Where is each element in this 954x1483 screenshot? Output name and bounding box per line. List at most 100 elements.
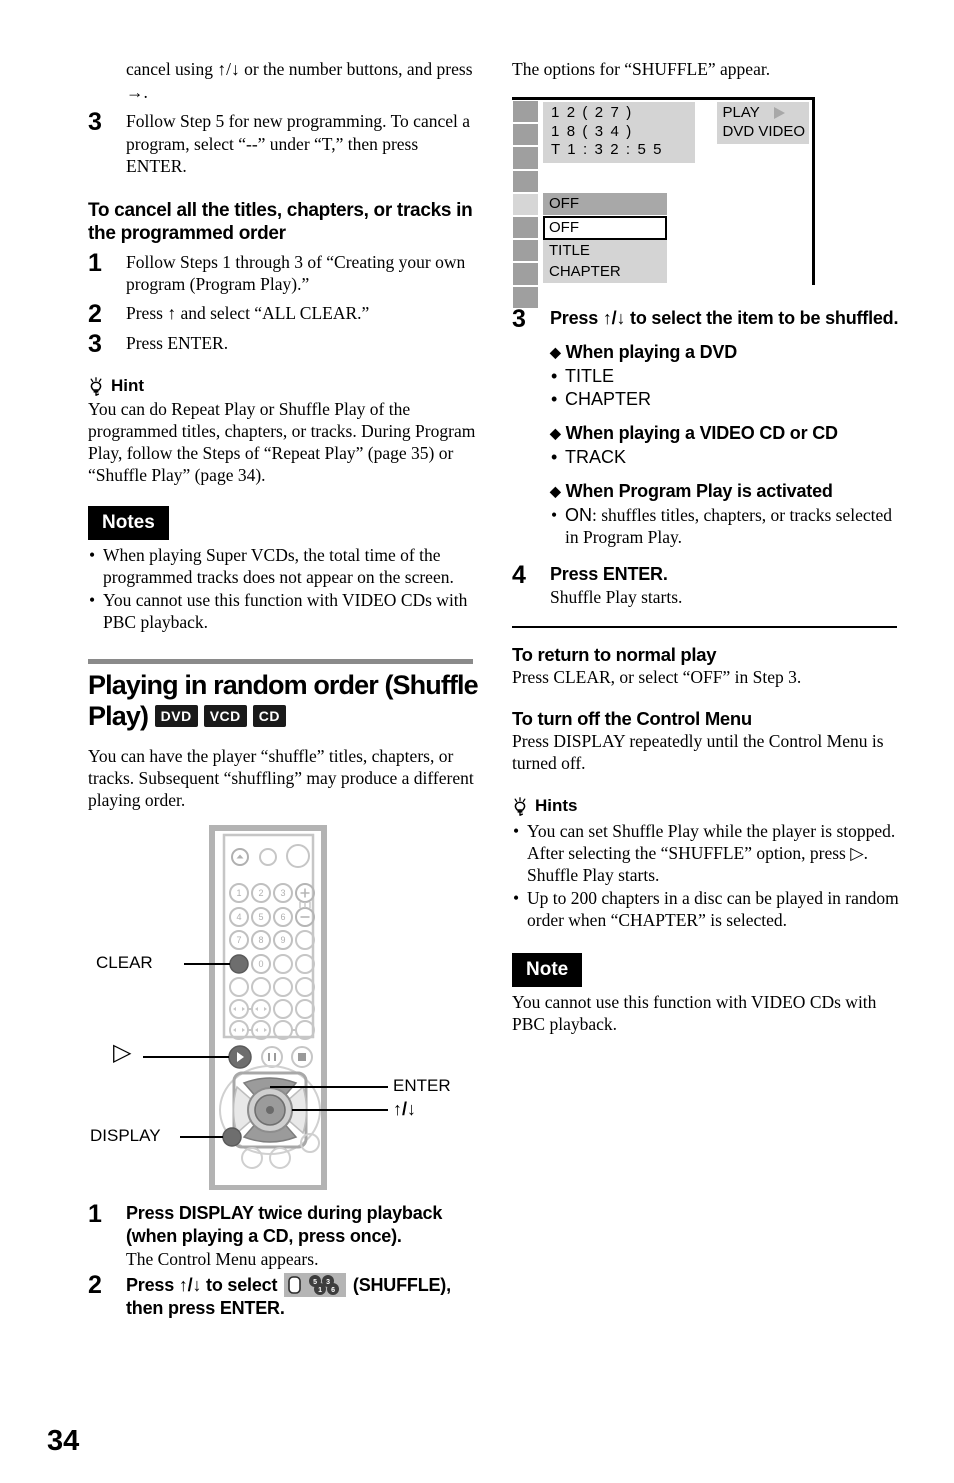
group-heading-text: When playing a DVD bbox=[565, 342, 738, 362]
notes-list: When playing Super VCDs, the total time … bbox=[88, 544, 478, 633]
svg-text:6: 6 bbox=[331, 1287, 335, 1294]
notes-block: Notes When playing Super VCDs, the total… bbox=[88, 505, 478, 633]
shuffle-icon: 5 3 1 6 bbox=[284, 1273, 347, 1297]
step-3-cancel-program: 3 Follow Step 5 for new programming. To … bbox=[88, 110, 478, 178]
osd-icon-rail bbox=[512, 100, 539, 309]
step-number: 1 bbox=[88, 1199, 102, 1228]
continued-step-text: cancel using ↑/↓ or the number buttons, … bbox=[126, 59, 473, 102]
osd-time-line: 1 2 ( 2 7 ) bbox=[551, 104, 633, 121]
svg-text:4: 4 bbox=[236, 912, 241, 922]
hint-header: Hint bbox=[88, 376, 478, 396]
hints-list: You can set Shuffle Play while the playe… bbox=[512, 820, 902, 931]
badge-vcd: VCD bbox=[203, 704, 247, 727]
clear-callout: CLEAR bbox=[96, 953, 153, 973]
remote-control-diagram: 1 2 3 4 5 6 7 8 9 0 CLEAR ▷ DISPLAY ENTE… bbox=[88, 824, 478, 1191]
svg-text:6: 6 bbox=[280, 912, 285, 922]
svg-text:7: 7 bbox=[236, 935, 241, 945]
turnoff-text: Press DISPLAY repeatedly until the Contr… bbox=[512, 730, 884, 773]
step-title: Press ENTER. bbox=[550, 564, 668, 584]
step-number: 3 bbox=[88, 108, 102, 136]
osd-status-panel: PLAY DVD VIDEO bbox=[717, 102, 809, 144]
osd-rail-cell bbox=[512, 169, 539, 193]
display-callout: DISPLAY bbox=[90, 1126, 161, 1146]
osd-rail-cell bbox=[512, 285, 539, 309]
step-title: Press ↑/↓ to select the item to be shuff… bbox=[550, 308, 899, 328]
section-rule-thin bbox=[512, 625, 897, 628]
clear-key bbox=[229, 953, 249, 974]
svg-text:8: 8 bbox=[258, 935, 263, 945]
svg-text:3: 3 bbox=[280, 888, 285, 898]
play-triangle-icon bbox=[773, 107, 785, 120]
osd-rail-cell bbox=[512, 239, 539, 263]
group-item: TITLE bbox=[550, 365, 902, 388]
step-number: 2 bbox=[88, 299, 102, 328]
diamond-icon: ◆ bbox=[550, 483, 561, 499]
badge-cd: CD bbox=[252, 704, 287, 727]
note-banner: Note bbox=[512, 952, 583, 987]
osd-rail-cell bbox=[512, 123, 539, 147]
hint-item: Up to 200 chapters in a disc can be play… bbox=[512, 887, 902, 931]
group-heading-dvd: ◆ When playing a DVD bbox=[550, 341, 902, 364]
cancel-step-2: 2 Press ↑ and select “ALL CLEAR.” bbox=[88, 301, 478, 326]
clear-callout-label: CLEAR bbox=[96, 952, 153, 972]
osd-disc-label: DVD VIDEO bbox=[722, 122, 805, 140]
step-title: Press ↑/↓ to select 5 3 1 6 (SHUFFLE), t… bbox=[126, 1273, 478, 1320]
svg-text:2: 2 bbox=[258, 888, 263, 898]
hints-label: Hints bbox=[535, 795, 578, 815]
play-callout-label: ▷ bbox=[113, 1038, 132, 1066]
step-title-part-a: Press ↑/↓ to select bbox=[126, 1275, 278, 1295]
svg-text:5: 5 bbox=[258, 912, 263, 922]
step-text: Follow Steps 1 through 3 of “Creating yo… bbox=[126, 251, 466, 295]
osd-time-panel: 1 2 ( 2 7 ) 1 8 ( 3 4 ) T 1 : 3 2 : 5 5 bbox=[543, 102, 695, 163]
step-text: Press ↑ and select “ALL CLEAR.” bbox=[126, 302, 370, 323]
step-number: 1 bbox=[88, 248, 102, 277]
cancel-step-3: 3 Press ENTER. bbox=[88, 331, 478, 356]
group-items-vcd: TRACK bbox=[550, 446, 902, 469]
osd-time-line: 1 8 ( 3 4 ) bbox=[551, 122, 633, 140]
turnoff-heading: To turn off the Control Menu bbox=[512, 707, 752, 729]
osd-rail-cell-selected bbox=[512, 192, 539, 216]
osd-rail-cell bbox=[512, 100, 539, 124]
manual-page: cancel using ↑/↓ or the number buttons, … bbox=[0, 0, 954, 1483]
note-item: You cannot use this function with VIDEO … bbox=[88, 589, 478, 633]
options-caption: The options for “SHUFFLE” appear. bbox=[512, 59, 771, 79]
notes-banner: Notes bbox=[88, 505, 169, 540]
step-subtext: The Control Menu appears. bbox=[126, 1248, 319, 1269]
note-item: When playing Super VCDs, the total time … bbox=[88, 544, 478, 588]
left-column: cancel using ↑/↓ or the number buttons, … bbox=[88, 58, 479, 1320]
shuffle-step-4: 4 Press ENTER. Shuffle Play starts. bbox=[512, 563, 902, 609]
shuffle-step-1: 1 Press DISPLAY twice during playback (w… bbox=[88, 1201, 478, 1271]
note-block: Note You cannot use this function with V… bbox=[512, 952, 902, 1035]
hints-block: Hints You can set Shuffle Play while the… bbox=[512, 796, 902, 931]
group-heading-text: When playing a VIDEO CD or CD bbox=[565, 423, 838, 443]
osd-option: CHAPTER bbox=[543, 261, 667, 283]
osd-play-row: PLAY bbox=[722, 104, 805, 123]
section-divider bbox=[88, 658, 473, 664]
group-heading-program: ◆ When Program Play is activated bbox=[550, 480, 902, 503]
svg-text:0: 0 bbox=[258, 959, 263, 969]
cancel-step-1: 1 Follow Steps 1 through 3 of “Creating … bbox=[88, 250, 478, 296]
right-column: The options for “SHUFFLE” appear. 1 2 ( … bbox=[512, 58, 902, 1035]
section-title: Playing in random order (Shuffle Play) D… bbox=[88, 670, 479, 732]
enter-callout-label: ENTER bbox=[393, 1075, 451, 1095]
group-item-lead: ON bbox=[565, 505, 592, 525]
diamond-icon: ◆ bbox=[550, 425, 561, 441]
step-number: 4 bbox=[512, 561, 526, 589]
step-title: Press DISPLAY twice during playback (whe… bbox=[126, 1202, 443, 1246]
group-item: ON: shuffles titles, chapters, or tracks… bbox=[550, 504, 902, 548]
group-items-program: ON: shuffles titles, chapters, or tracks… bbox=[550, 504, 902, 548]
hint-label: Hint bbox=[111, 375, 145, 395]
step-number: 3 bbox=[88, 329, 102, 358]
display-key bbox=[222, 1126, 242, 1147]
display-callout-label: DISPLAY bbox=[90, 1125, 161, 1145]
step-text: Follow Step 5 for new programming. To ca… bbox=[126, 111, 471, 176]
group-item: TRACK bbox=[550, 446, 902, 469]
hint-block: Hint You can do Repeat Play or Shuffle P… bbox=[88, 376, 478, 486]
lightbulb-icon bbox=[512, 796, 528, 816]
osd-time-line: T 1 : 3 2 : 5 5 bbox=[551, 141, 664, 158]
updown-callout: ↑/↓ bbox=[393, 1099, 416, 1120]
osd-rail-cell bbox=[512, 262, 539, 286]
hint-text: You can do Repeat Play or Shuffle Play o… bbox=[88, 398, 476, 485]
page-number: 34 bbox=[47, 1425, 80, 1457]
group-item-rest: : shuffles titles, chapters, or tracks s… bbox=[565, 505, 892, 547]
